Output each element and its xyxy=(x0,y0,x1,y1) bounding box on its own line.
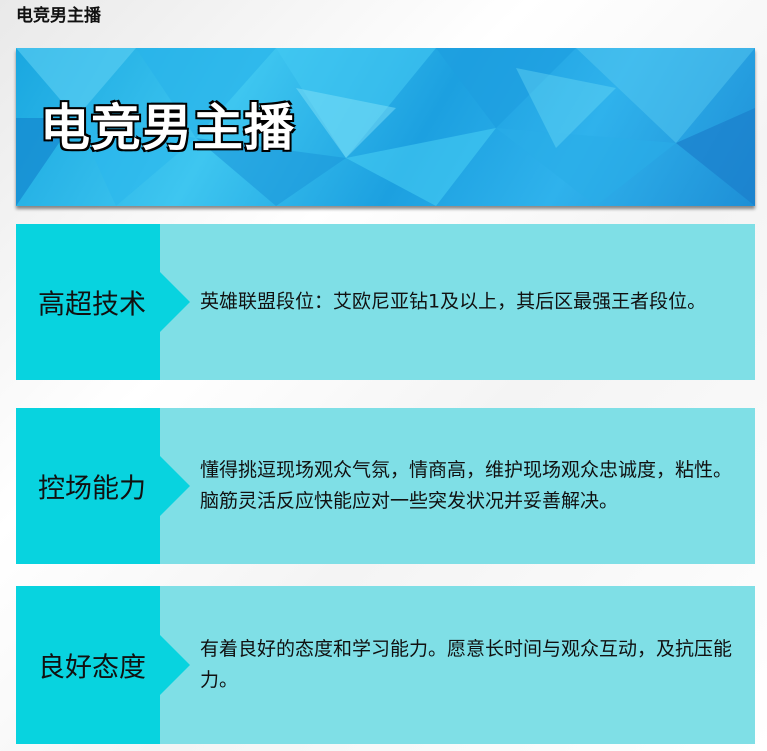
card-text: 懂得挑逗现场观众气氛，情商高，维护现场观众忠诚度，粘性。脑筋灵活反应快能应对一些… xyxy=(200,459,733,512)
card-skill: 高超技术 英雄联盟段位：艾欧尼亚钻1及以上，其后区最强王者段位。 xyxy=(16,224,755,380)
arrow-right-icon xyxy=(160,456,190,516)
card-attitude: 良好态度 有着良好的态度和学习能力。愿意长时间与观众互动，及抗压能力。 xyxy=(16,586,755,744)
arrow-right-icon xyxy=(160,272,190,332)
page-title: 电竞男主播 xyxy=(16,6,101,26)
card-text: 英雄联盟段位：艾欧尼亚钻1及以上，其后区最强王者段位。 xyxy=(200,290,707,313)
header-banner: 电竞男主播 xyxy=(16,48,755,206)
card-text: 有着良好的态度和学习能力。愿意长时间与观众互动，及抗压能力。 xyxy=(200,638,733,691)
banner-title: 电竞男主播 xyxy=(40,99,295,157)
card-label: 良好态度 xyxy=(38,652,146,684)
card-label: 高超技术 xyxy=(38,289,146,321)
card-label: 控场能力 xyxy=(38,473,146,505)
card-control: 控场能力 懂得挑逗现场观众气氛，情商高，维护现场观众忠诚度，粘性。脑筋灵活反应快… xyxy=(16,408,755,564)
arrow-right-icon xyxy=(160,635,190,695)
